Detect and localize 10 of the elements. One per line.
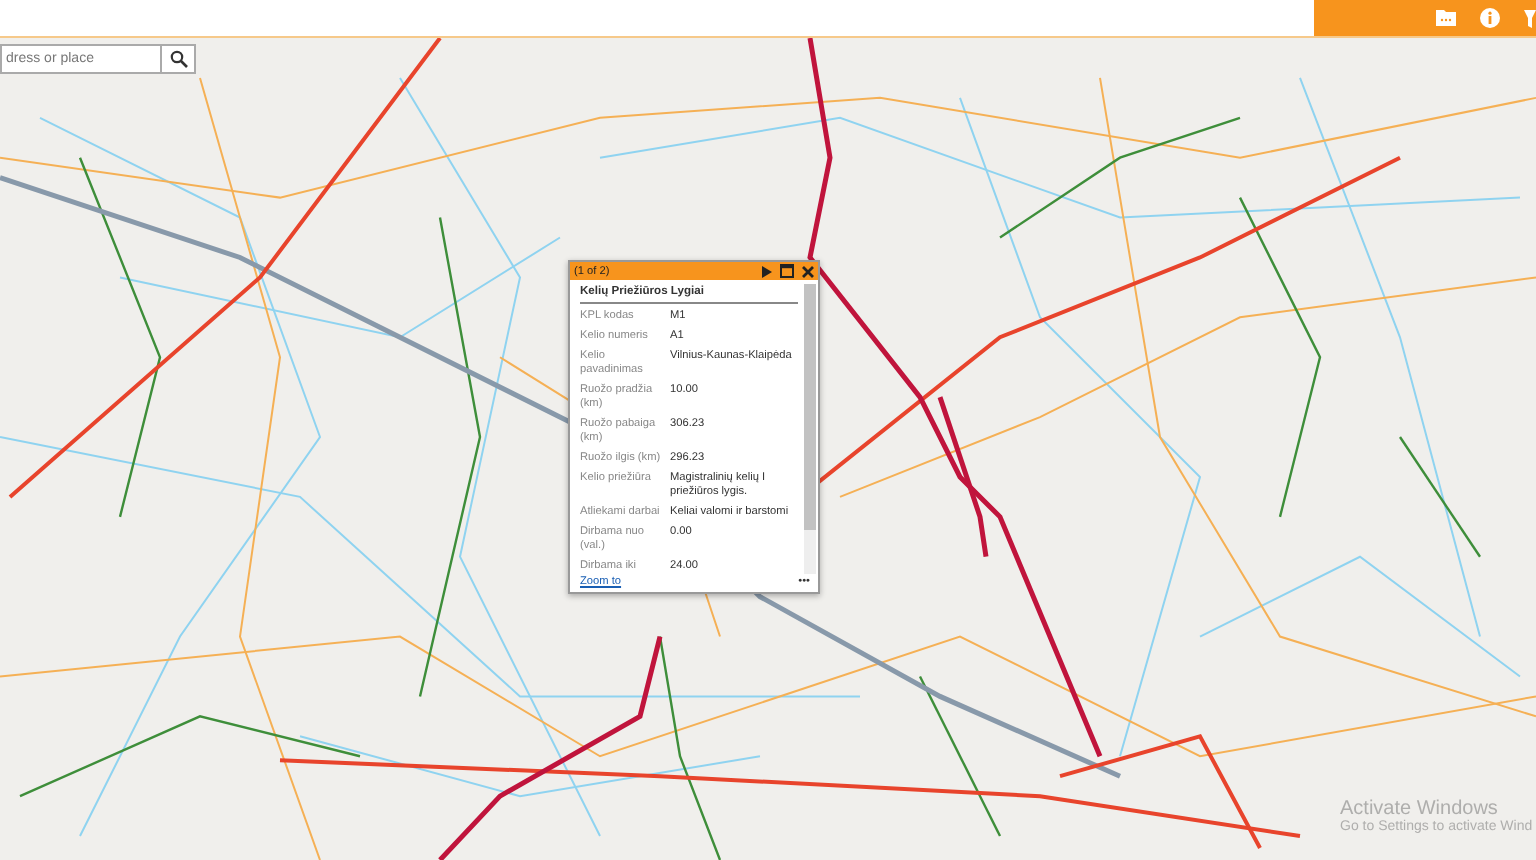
- close-icon[interactable]: [802, 265, 814, 277]
- folder-icon[interactable]: [1436, 10, 1456, 26]
- scrollbar[interactable]: [804, 284, 816, 574]
- search-button[interactable]: [160, 44, 196, 74]
- filter-icon[interactable]: [1524, 9, 1536, 27]
- info-icon[interactable]: [1480, 8, 1500, 28]
- search-icon: [169, 50, 187, 68]
- activation-title: Activate Windows: [1340, 798, 1500, 820]
- maximize-icon[interactable]: [780, 264, 794, 278]
- next-icon[interactable]: [762, 265, 772, 277]
